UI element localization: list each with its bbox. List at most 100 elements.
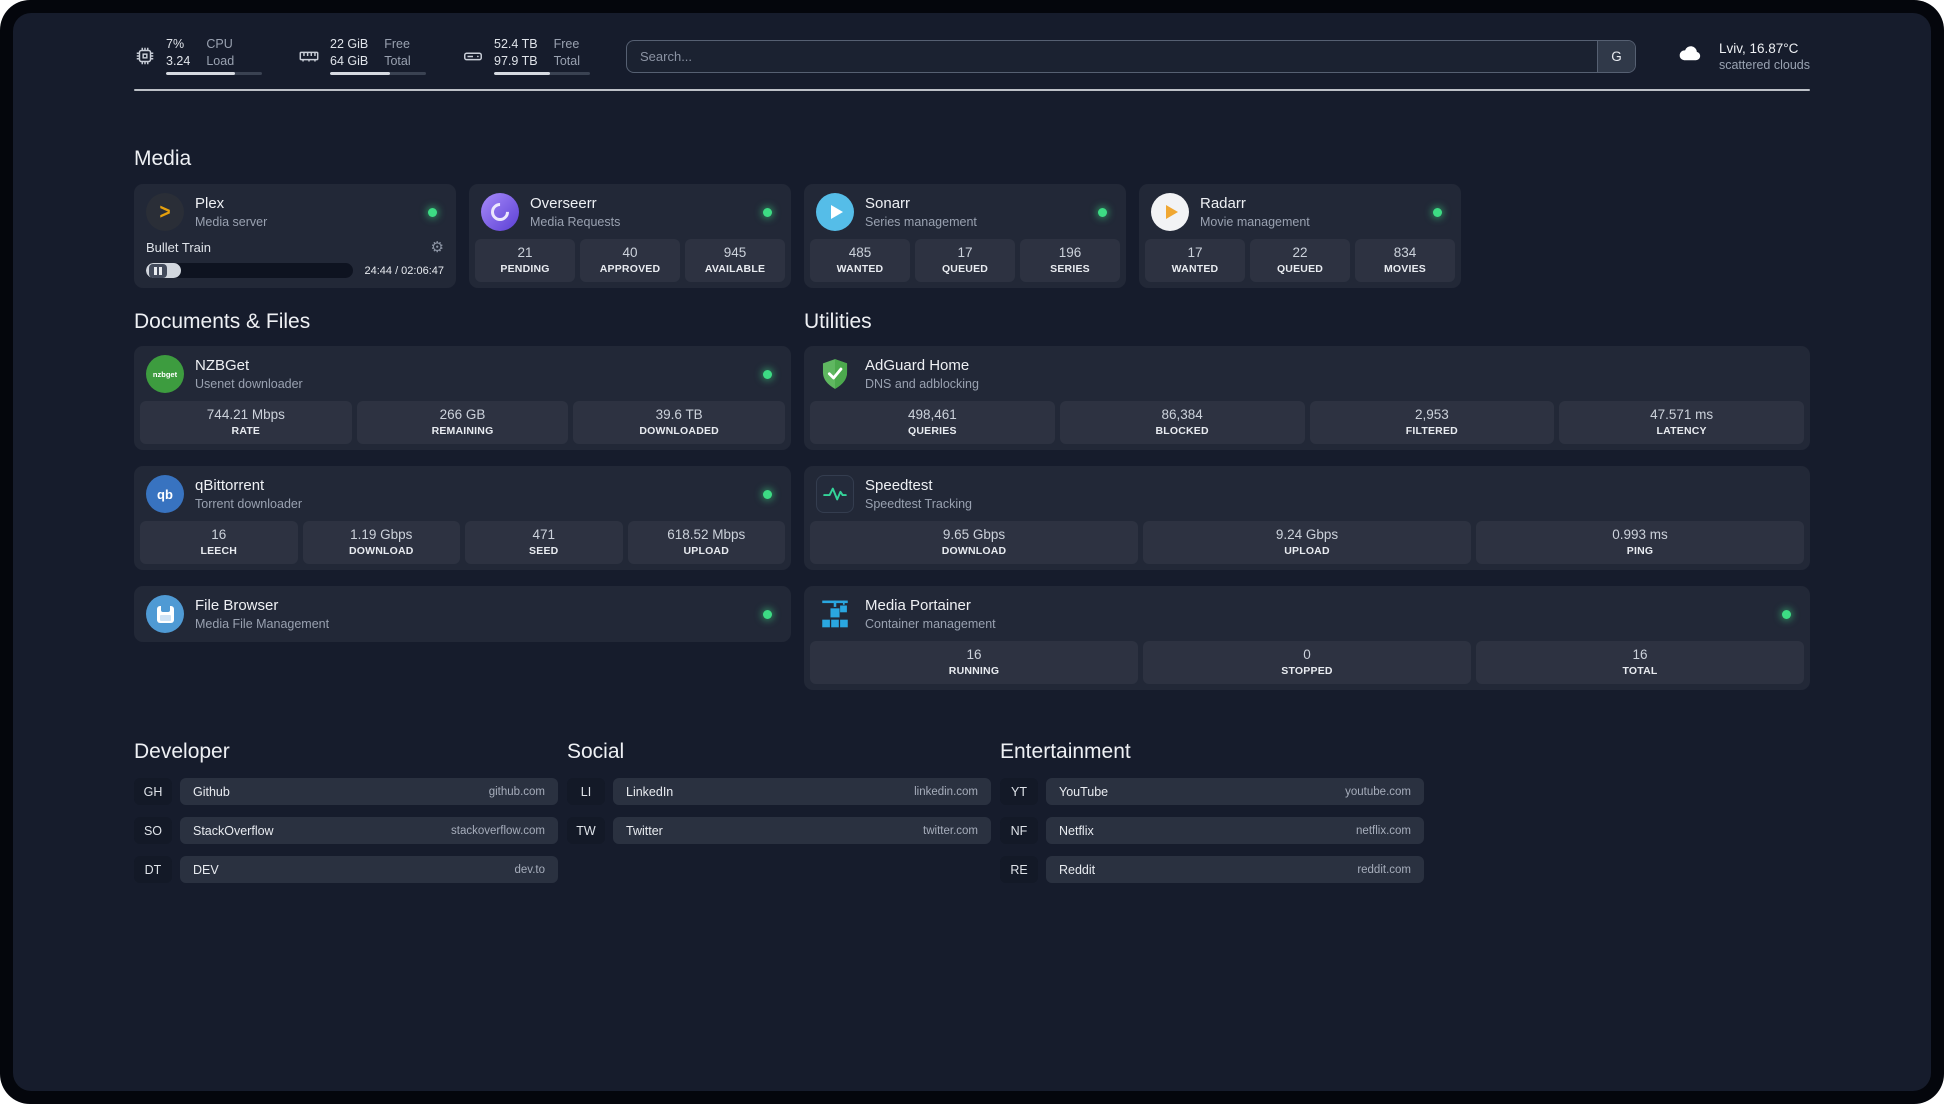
bookmark-url: dev.to xyxy=(514,863,545,876)
bookmark-linkedin[interactable]: LI LinkedIn linkedin.com xyxy=(567,778,991,805)
stat-running: 16 RUNNING xyxy=(810,641,1138,684)
overseerr-icon xyxy=(481,193,519,231)
service-desc: Series management xyxy=(865,215,977,229)
playback-progress-bar[interactable] xyxy=(146,263,354,278)
bookmark-url: twitter.com xyxy=(923,824,978,837)
service-link-qbittorrent[interactable]: qb qBittorrent Torrent downloader xyxy=(140,472,785,516)
utilities-column: Utilities AdGuard Home DNS and adblockin… xyxy=(804,310,1810,690)
nzbget-icon: nzbget xyxy=(146,355,184,393)
service-desc: Container management xyxy=(865,617,996,631)
service-card-filebrowser: File Browser Media File Management xyxy=(134,586,791,642)
resource-memory: 22 GiB 64 GiB Free Total xyxy=(298,37,426,75)
topbar-divider xyxy=(134,89,1810,91)
service-name: Speedtest xyxy=(865,477,933,494)
service-link-portainer[interactable]: Media Portainer Container management xyxy=(810,592,1804,636)
stat-wanted: 17 WANTED xyxy=(1145,239,1245,282)
bookmarks-section: Developer GH Github github.com SO StackO… xyxy=(134,740,1810,883)
cpu-load: 3.24 xyxy=(166,54,191,68)
speedtest-icon xyxy=(816,475,854,513)
status-dot xyxy=(1098,207,1107,217)
stat-approved: 40 APPROVED xyxy=(580,239,680,282)
cpu-progress-bar xyxy=(166,72,262,75)
bookmark-twitter[interactable]: TW Twitter twitter.com xyxy=(567,817,991,844)
disk-total: 97.9 TB xyxy=(494,54,538,68)
bookmark-github[interactable]: GH Github github.com xyxy=(134,778,558,805)
service-desc: Torrent downloader xyxy=(195,497,303,511)
bookmark-abbr: TW xyxy=(567,817,605,844)
stat-remaining: 266 GB REMAINING xyxy=(356,401,569,444)
stat-queued: 22 QUEUED xyxy=(1250,239,1350,282)
bookmark-group-social: Social LI LinkedIn linkedin.com TW Twitt… xyxy=(567,740,991,844)
stat-queued: 17 QUEUED xyxy=(915,239,1015,282)
dashboard-panel: 7% 3.24 CPU Load 22 GiB 64 GiB Free Tota… xyxy=(13,13,1931,1091)
service-desc: Media server xyxy=(195,215,268,229)
service-link-filebrowser[interactable]: File Browser Media File Management xyxy=(140,592,785,636)
service-card-sonarr: Sonarr Series management 485 WANTED 17 Q… xyxy=(804,184,1126,288)
bookmark-stackoverflow[interactable]: SO StackOverflow stackoverflow.com xyxy=(134,817,558,844)
bookmark-abbr: YT xyxy=(1000,778,1038,805)
cpu-icon xyxy=(134,45,156,67)
search-input[interactable] xyxy=(627,40,1597,72)
memory-total-label: Total xyxy=(384,54,411,68)
bookmark-netflix[interactable]: NF Netflix netflix.com xyxy=(1000,817,1424,844)
status-dot xyxy=(763,609,772,619)
stat-total: 16 TOTAL xyxy=(1476,641,1804,684)
bookmark-url: reddit.com xyxy=(1357,863,1411,876)
service-name: Overseerr xyxy=(530,195,597,212)
bookmark-url: stackoverflow.com xyxy=(451,824,545,837)
memory-free-label: Free xyxy=(384,37,410,51)
search-bar: G xyxy=(626,39,1636,73)
service-desc: Speedtest Tracking xyxy=(865,497,973,511)
status-dot xyxy=(763,369,772,379)
memory-total: 64 GiB xyxy=(330,54,369,68)
memory-free: 22 GiB xyxy=(330,37,369,51)
weather-widget[interactable]: Lviv, 16.87°C scattered clouds xyxy=(1672,40,1810,72)
cpu-percent-label: CPU xyxy=(206,37,233,51)
bookmark-dev[interactable]: DT DEV dev.to xyxy=(134,856,558,883)
service-name: Radarr xyxy=(1200,195,1246,212)
disk-free-label: Free xyxy=(553,37,580,51)
cloud-icon xyxy=(1672,40,1708,72)
stat-leech: 16 LEECH xyxy=(140,521,298,564)
section-title-entertainment: Entertainment xyxy=(1000,740,1131,763)
stat-filtered: 2,953 FILTERED xyxy=(1309,401,1555,444)
service-desc: Usenet downloader xyxy=(195,377,303,391)
service-link-sonarr[interactable]: Sonarr Series management xyxy=(810,190,1120,234)
service-link-adguard[interactable]: AdGuard Home DNS and adblocking xyxy=(810,352,1804,396)
service-link-nzbget[interactable]: nzbget NZBGet Usenet downloader xyxy=(140,352,785,396)
stat-upload: 618.52 Mbps UPLOAD xyxy=(627,521,785,564)
cpu-load-label: Load xyxy=(206,54,235,68)
service-link-radarr[interactable]: Radarr Movie management xyxy=(1145,190,1455,234)
bookmark-url: youtube.com xyxy=(1345,785,1411,798)
service-name: Media Portainer xyxy=(865,597,971,614)
service-link-speedtest[interactable]: Speedtest Speedtest Tracking xyxy=(810,472,1804,516)
weather-condition: scattered clouds xyxy=(1718,57,1810,72)
disk-icon xyxy=(462,45,484,67)
documents-column: Documents & Files nzbget NZBGet Usenet d… xyxy=(134,310,791,642)
search-engine-button[interactable]: G xyxy=(1596,40,1635,72)
stat-latency: 47.571 ms LATENCY xyxy=(1559,401,1804,444)
pause-button[interactable] xyxy=(149,263,167,278)
disk-progress-bar xyxy=(494,72,590,75)
app-window: 7% 3.24 CPU Load 22 GiB 64 GiB Free Tota… xyxy=(0,0,1944,1104)
stat-download: 9.65 Gbps DOWNLOAD xyxy=(810,521,1138,564)
service-link-plex[interactable]: > Plex Media server xyxy=(140,190,450,234)
stat-ping: 0.993 ms PING xyxy=(1476,521,1804,564)
bookmark-url: linkedin.com xyxy=(914,785,978,798)
playback-time: 24:44 / 02:06:47 xyxy=(364,264,444,277)
section-title-utilities: Utilities xyxy=(804,310,872,333)
stat-queries: 498,461 QUERIES xyxy=(810,401,1055,444)
adguard-icon xyxy=(816,355,854,393)
service-card-portainer: Media Portainer Container management 16 … xyxy=(804,586,1810,690)
bookmark-abbr: RE xyxy=(1000,856,1038,883)
bookmark-reddit[interactable]: RE Reddit reddit.com xyxy=(1000,856,1424,883)
weather-location: Lviv, 16.87°C xyxy=(1718,40,1799,56)
bookmark-abbr: DT xyxy=(134,856,172,883)
status-dot xyxy=(763,207,772,217)
service-link-overseerr[interactable]: Overseerr Media Requests xyxy=(475,190,785,234)
resource-widgets: 7% 3.24 CPU Load 22 GiB 64 GiB Free Tota… xyxy=(134,37,590,75)
bookmark-youtube[interactable]: YT YouTube youtube.com xyxy=(1000,778,1424,805)
gear-icon[interactable]: ⚙ xyxy=(431,238,444,256)
service-card-radarr: Radarr Movie management 17 WANTED 22 QUE… xyxy=(1139,184,1461,288)
qbittorrent-icon: qb xyxy=(146,475,184,513)
